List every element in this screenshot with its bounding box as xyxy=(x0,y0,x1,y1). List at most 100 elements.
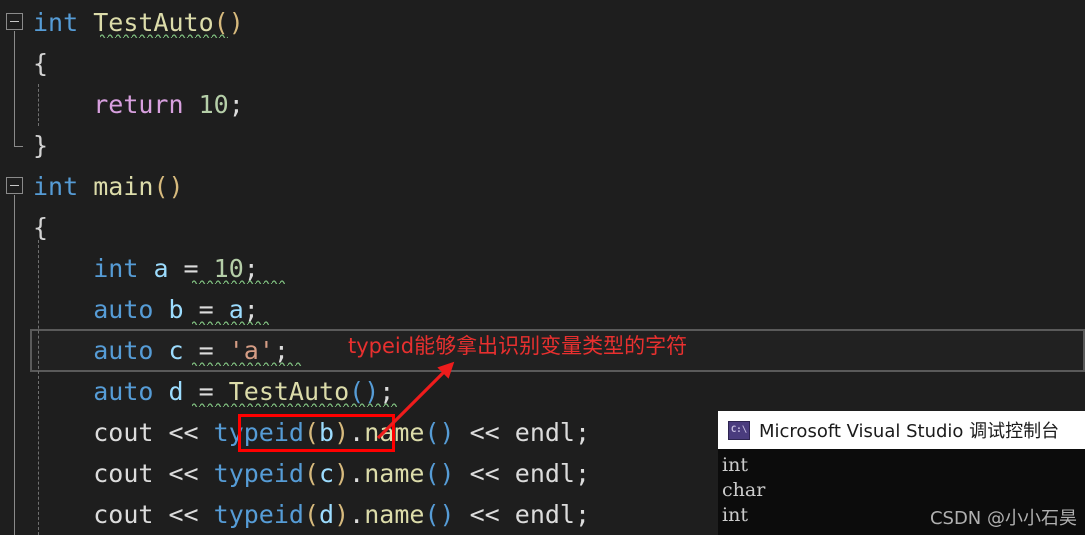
code-token: name xyxy=(364,418,425,447)
code-token: ; xyxy=(228,90,244,119)
line-main-sig[interactable]: int main() xyxy=(0,166,1085,207)
line-auto-d[interactable]: auto d = TestAuto(); xyxy=(0,371,1085,412)
code-token: name xyxy=(364,500,425,529)
code-text: cout << typeid(b).name() << endl; xyxy=(33,412,590,453)
code-token: typeid xyxy=(213,500,304,529)
console-output-line-1: char xyxy=(722,479,766,501)
line-auto-b[interactable]: auto b = a; xyxy=(0,289,1085,330)
code-token: int xyxy=(33,8,79,37)
code-token: ) xyxy=(168,172,184,201)
line-main-open[interactable]: { xyxy=(0,207,1085,248)
code-token: c xyxy=(168,336,184,365)
code-text: int main() xyxy=(33,166,184,207)
code-token: a xyxy=(153,254,169,283)
code-token: ) xyxy=(439,459,455,488)
code-token: ( xyxy=(424,418,440,447)
code-token: endl xyxy=(514,418,575,447)
code-token: d xyxy=(168,377,184,406)
code-token: auto xyxy=(93,295,154,324)
code-token: { xyxy=(33,49,49,78)
line-return[interactable]: return 10; xyxy=(0,84,1085,125)
code-token: ( xyxy=(303,500,320,529)
code-token: return xyxy=(93,90,184,119)
code-token: . xyxy=(349,459,365,488)
console-title: Microsoft Visual Studio 调试控制台 xyxy=(759,421,1060,442)
code-token: << xyxy=(153,500,214,529)
squiggle-underline-2 xyxy=(192,320,269,325)
code-token: ) xyxy=(439,418,455,447)
code-token: ( xyxy=(303,459,320,488)
console-output-area[interactable]: int char int CSDN @小小石昊 xyxy=(718,449,1085,535)
code-token: typeid xyxy=(213,418,304,447)
code-token: int xyxy=(33,172,79,201)
code-token: ) xyxy=(334,459,350,488)
squiggle-underline-4 xyxy=(192,402,397,407)
code-token: int xyxy=(93,254,139,283)
code-token: cout xyxy=(93,500,154,529)
code-token: ( xyxy=(303,418,320,447)
code-token: c xyxy=(319,459,335,488)
code-token: endl xyxy=(514,459,575,488)
code-token: ; xyxy=(575,418,591,447)
code-token: typeid xyxy=(213,459,304,488)
code-token: ( xyxy=(153,172,169,201)
code-token: ) xyxy=(439,500,455,529)
code-token: name xyxy=(364,459,425,488)
squiggle-underline-3 xyxy=(192,361,302,366)
code-token: ) xyxy=(334,418,350,447)
code-token: ) xyxy=(228,8,244,37)
code-token: ( xyxy=(424,459,440,488)
code-token: auto xyxy=(93,336,154,365)
code-text: { xyxy=(33,43,48,84)
code-token: main xyxy=(93,172,154,201)
code-text: { xyxy=(33,207,48,248)
code-token: . xyxy=(349,500,365,529)
code-token: ) xyxy=(334,500,350,529)
code-text: } xyxy=(33,125,48,166)
code-token: 10 xyxy=(198,90,229,119)
code-text: cout << typeid(c).name() << endl; xyxy=(33,453,590,494)
code-token: cout xyxy=(93,459,154,488)
code-token: b xyxy=(319,418,335,447)
debug-console-window[interactable]: C:\ Microsoft Visual Studio 调试控制台 int cha… xyxy=(718,411,1085,535)
code-token: { xyxy=(33,213,49,242)
annotation-text: typeid能够拿出识别变量类型的字符 xyxy=(348,334,688,358)
code-token: auto xyxy=(93,377,154,406)
console-icon-label: C:\ xyxy=(730,424,748,435)
code-token: endl xyxy=(514,500,575,529)
code-token: cout xyxy=(93,418,154,447)
line-testauto-close[interactable]: } xyxy=(0,125,1085,166)
code-token: ( xyxy=(424,500,440,529)
code-token: << xyxy=(153,418,214,447)
code-token: ; xyxy=(575,459,591,488)
line-testauto-open[interactable]: { xyxy=(0,43,1085,84)
code-token: . xyxy=(349,418,365,447)
code-text: return 10; xyxy=(33,84,244,125)
code-token: << xyxy=(153,459,214,488)
squiggle-underline-0 xyxy=(100,33,228,38)
code-token: << xyxy=(454,459,515,488)
console-titlebar[interactable]: C:\ Microsoft Visual Studio 调试控制台 xyxy=(718,411,1085,449)
code-token: << xyxy=(454,500,515,529)
code-text: cout << typeid(d).name() << endl; xyxy=(33,494,590,535)
line-int-a[interactable]: int a = 10; xyxy=(0,248,1085,289)
code-token: ; xyxy=(575,500,591,529)
csdn-watermark: CSDN @小小石昊 xyxy=(929,508,1077,529)
code-token: d xyxy=(319,500,335,529)
squiggle-underline-1 xyxy=(192,279,285,284)
